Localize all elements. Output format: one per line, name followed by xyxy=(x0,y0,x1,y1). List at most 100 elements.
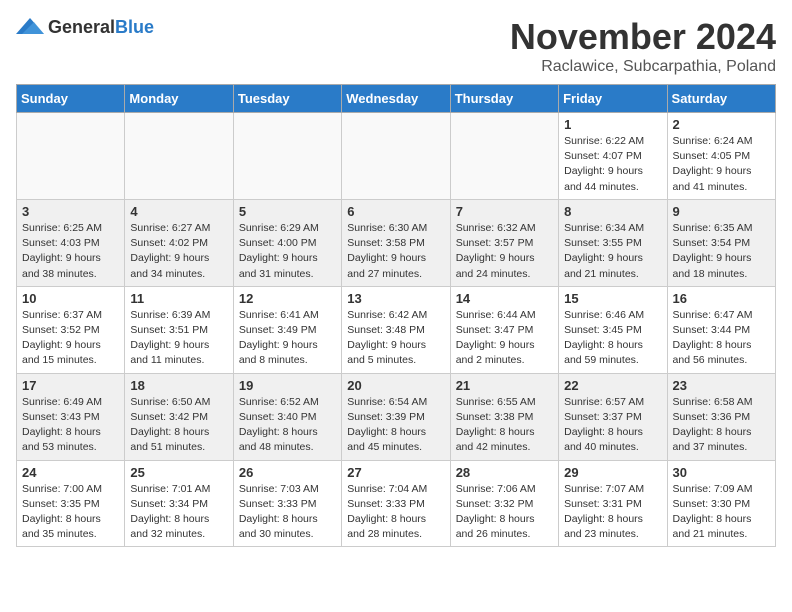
day-number: 6 xyxy=(347,204,444,219)
header-sunday: Sunday xyxy=(17,85,125,113)
day-info: Sunrise: 6:52 AM Sunset: 3:40 PM Dayligh… xyxy=(239,395,336,456)
day-cell: 20 Sunrise: 6:54 AM Sunset: 3:39 PM Dayli… xyxy=(342,373,450,460)
day-cell: 24 Sunrise: 7:00 AM Sunset: 3:35 PM Dayli… xyxy=(17,460,125,547)
calendar-header: Sunday Monday Tuesday Wednesday Thursday… xyxy=(17,85,776,113)
day-info: Sunrise: 7:09 AM Sunset: 3:30 PM Dayligh… xyxy=(673,482,770,543)
day-info: Sunrise: 6:46 AM Sunset: 3:45 PM Dayligh… xyxy=(564,308,661,369)
day-number: 5 xyxy=(239,204,336,219)
week-row-5: 24 Sunrise: 7:00 AM Sunset: 3:35 PM Dayli… xyxy=(17,460,776,547)
day-number: 23 xyxy=(673,378,770,393)
day-number: 8 xyxy=(564,204,661,219)
day-number: 27 xyxy=(347,465,444,480)
day-number: 26 xyxy=(239,465,336,480)
day-cell: 13Sunrise: 6:42 AM Sunset: 3:48 PM Dayli… xyxy=(342,286,450,373)
header-tuesday: Tuesday xyxy=(233,85,341,113)
day-number: 22 xyxy=(564,378,661,393)
day-info: Sunrise: 6:54 AM Sunset: 3:39 PM Dayligh… xyxy=(347,395,444,456)
day-info: Sunrise: 6:27 AM Sunset: 4:02 PM Dayligh… xyxy=(130,221,227,282)
day-cell: 27 Sunrise: 7:04 AM Sunset: 3:33 PM Dayli… xyxy=(342,460,450,547)
day-cell: 16 Sunrise: 6:47 AM Sunset: 3:44 PM Dayli… xyxy=(667,286,775,373)
day-info: Sunrise: 7:00 AM Sunset: 3:35 PM Dayligh… xyxy=(22,482,119,543)
day-cell: 14 Sunrise: 6:44 AM Sunset: 3:47 PM Dayli… xyxy=(450,286,558,373)
day-number: 20 xyxy=(347,378,444,393)
day-cell: 1 Sunrise: 6:22 AM Sunset: 4:07 PM Daylig… xyxy=(559,113,667,200)
day-info: Sunrise: 6:55 AM Sunset: 3:38 PM Dayligh… xyxy=(456,395,553,456)
day-cell xyxy=(450,113,558,200)
day-number: 2 xyxy=(673,117,770,132)
day-number: 19 xyxy=(239,378,336,393)
day-cell xyxy=(233,113,341,200)
day-cell: 30 Sunrise: 7:09 AM Sunset: 3:30 PM Dayli… xyxy=(667,460,775,547)
day-cell: 7 Sunrise: 6:32 AM Sunset: 3:57 PM Daylig… xyxy=(450,199,558,286)
day-info: Sunrise: 6:50 AM Sunset: 3:42 PM Dayligh… xyxy=(130,395,227,456)
day-number: 1 xyxy=(564,117,661,132)
week-row-3: 10 Sunrise: 6:37 AM Sunset: 3:52 PM Dayli… xyxy=(17,286,776,373)
day-number: 15 xyxy=(564,291,661,306)
day-cell: 17Sunrise: 6:49 AM Sunset: 3:43 PM Dayli… xyxy=(17,373,125,460)
day-number: 3 xyxy=(22,204,119,219)
day-cell: 23 Sunrise: 6:58 AM Sunset: 3:36 PM Dayli… xyxy=(667,373,775,460)
day-number: 13 xyxy=(347,291,444,306)
day-info: Sunrise: 7:04 AM Sunset: 3:33 PM Dayligh… xyxy=(347,482,444,543)
day-info: Sunrise: 7:01 AM Sunset: 3:34 PM Dayligh… xyxy=(130,482,227,543)
day-cell: 21 Sunrise: 6:55 AM Sunset: 3:38 PM Dayli… xyxy=(450,373,558,460)
day-number: 4 xyxy=(130,204,227,219)
location-title: Raclawice, Subcarpathia, Poland xyxy=(510,58,776,76)
day-cell: 18 Sunrise: 6:50 AM Sunset: 3:42 PM Dayli… xyxy=(125,373,233,460)
day-info: Sunrise: 6:37 AM Sunset: 3:52 PM Dayligh… xyxy=(22,308,119,369)
day-info: Sunrise: 6:58 AM Sunset: 3:36 PM Dayligh… xyxy=(673,395,770,456)
day-info: Sunrise: 6:22 AM Sunset: 4:07 PM Dayligh… xyxy=(564,134,661,195)
day-cell: 25 Sunrise: 7:01 AM Sunset: 3:34 PM Dayli… xyxy=(125,460,233,547)
calendar-body: 1 Sunrise: 6:22 AM Sunset: 4:07 PM Daylig… xyxy=(17,113,776,547)
day-number: 21 xyxy=(456,378,553,393)
day-cell: 3Sunrise: 6:25 AM Sunset: 4:03 PM Daylig… xyxy=(17,199,125,286)
day-info: Sunrise: 7:03 AM Sunset: 3:33 PM Dayligh… xyxy=(239,482,336,543)
day-info: Sunrise: 6:32 AM Sunset: 3:57 PM Dayligh… xyxy=(456,221,553,282)
day-cell: 8 Sunrise: 6:34 AM Sunset: 3:55 PM Daylig… xyxy=(559,199,667,286)
calendar-table: Sunday Monday Tuesday Wednesday Thursday… xyxy=(16,84,776,547)
day-info: Sunrise: 6:34 AM Sunset: 3:55 PM Dayligh… xyxy=(564,221,661,282)
header-monday: Monday xyxy=(125,85,233,113)
day-cell: 12Sunrise: 6:41 AM Sunset: 3:49 PM Dayli… xyxy=(233,286,341,373)
day-number: 14 xyxy=(456,291,553,306)
header-thursday: Thursday xyxy=(450,85,558,113)
week-row-1: 1 Sunrise: 6:22 AM Sunset: 4:07 PM Daylig… xyxy=(17,113,776,200)
day-number: 18 xyxy=(130,378,227,393)
day-number: 11 xyxy=(130,291,227,306)
day-number: 7 xyxy=(456,204,553,219)
logo-general: General xyxy=(48,17,115,37)
day-number: 29 xyxy=(564,465,661,480)
day-cell: 10 Sunrise: 6:37 AM Sunset: 3:52 PM Dayli… xyxy=(17,286,125,373)
day-cell: 19 Sunrise: 6:52 AM Sunset: 3:40 PM Dayli… xyxy=(233,373,341,460)
header-row: Sunday Monday Tuesday Wednesday Thursday… xyxy=(17,85,776,113)
day-number: 10 xyxy=(22,291,119,306)
day-info: Sunrise: 7:07 AM Sunset: 3:31 PM Dayligh… xyxy=(564,482,661,543)
week-row-4: 17Sunrise: 6:49 AM Sunset: 3:43 PM Dayli… xyxy=(17,373,776,460)
day-cell: 4 Sunrise: 6:27 AM Sunset: 4:02 PM Daylig… xyxy=(125,199,233,286)
month-title: November 2024 xyxy=(510,16,776,58)
day-cell: 5Sunrise: 6:29 AM Sunset: 4:00 PM Daylig… xyxy=(233,199,341,286)
day-info: Sunrise: 6:44 AM Sunset: 3:47 PM Dayligh… xyxy=(456,308,553,369)
title-area: November 2024 Raclawice, Subcarpathia, P… xyxy=(510,16,776,76)
day-cell: 28 Sunrise: 7:06 AM Sunset: 3:32 PM Dayli… xyxy=(450,460,558,547)
day-cell: 22Sunrise: 6:57 AM Sunset: 3:37 PM Dayli… xyxy=(559,373,667,460)
day-cell: 15 Sunrise: 6:46 AM Sunset: 3:45 PM Dayli… xyxy=(559,286,667,373)
logo: GeneralBlue xyxy=(16,16,154,38)
day-number: 16 xyxy=(673,291,770,306)
day-info: Sunrise: 6:41 AM Sunset: 3:49 PM Dayligh… xyxy=(239,308,336,369)
day-cell: 2Sunrise: 6:24 AM Sunset: 4:05 PM Daylig… xyxy=(667,113,775,200)
day-info: Sunrise: 6:47 AM Sunset: 3:44 PM Dayligh… xyxy=(673,308,770,369)
header-wednesday: Wednesday xyxy=(342,85,450,113)
day-number: 24 xyxy=(22,465,119,480)
day-cell xyxy=(17,113,125,200)
day-number: 28 xyxy=(456,465,553,480)
day-number: 17 xyxy=(22,378,119,393)
day-cell: 9Sunrise: 6:35 AM Sunset: 3:54 PM Daylig… xyxy=(667,199,775,286)
week-row-2: 3Sunrise: 6:25 AM Sunset: 4:03 PM Daylig… xyxy=(17,199,776,286)
day-cell xyxy=(125,113,233,200)
day-number: 30 xyxy=(673,465,770,480)
day-info: Sunrise: 6:35 AM Sunset: 3:54 PM Dayligh… xyxy=(673,221,770,282)
day-number: 25 xyxy=(130,465,227,480)
day-info: Sunrise: 7:06 AM Sunset: 3:32 PM Dayligh… xyxy=(456,482,553,543)
day-cell: 11Sunrise: 6:39 AM Sunset: 3:51 PM Dayli… xyxy=(125,286,233,373)
